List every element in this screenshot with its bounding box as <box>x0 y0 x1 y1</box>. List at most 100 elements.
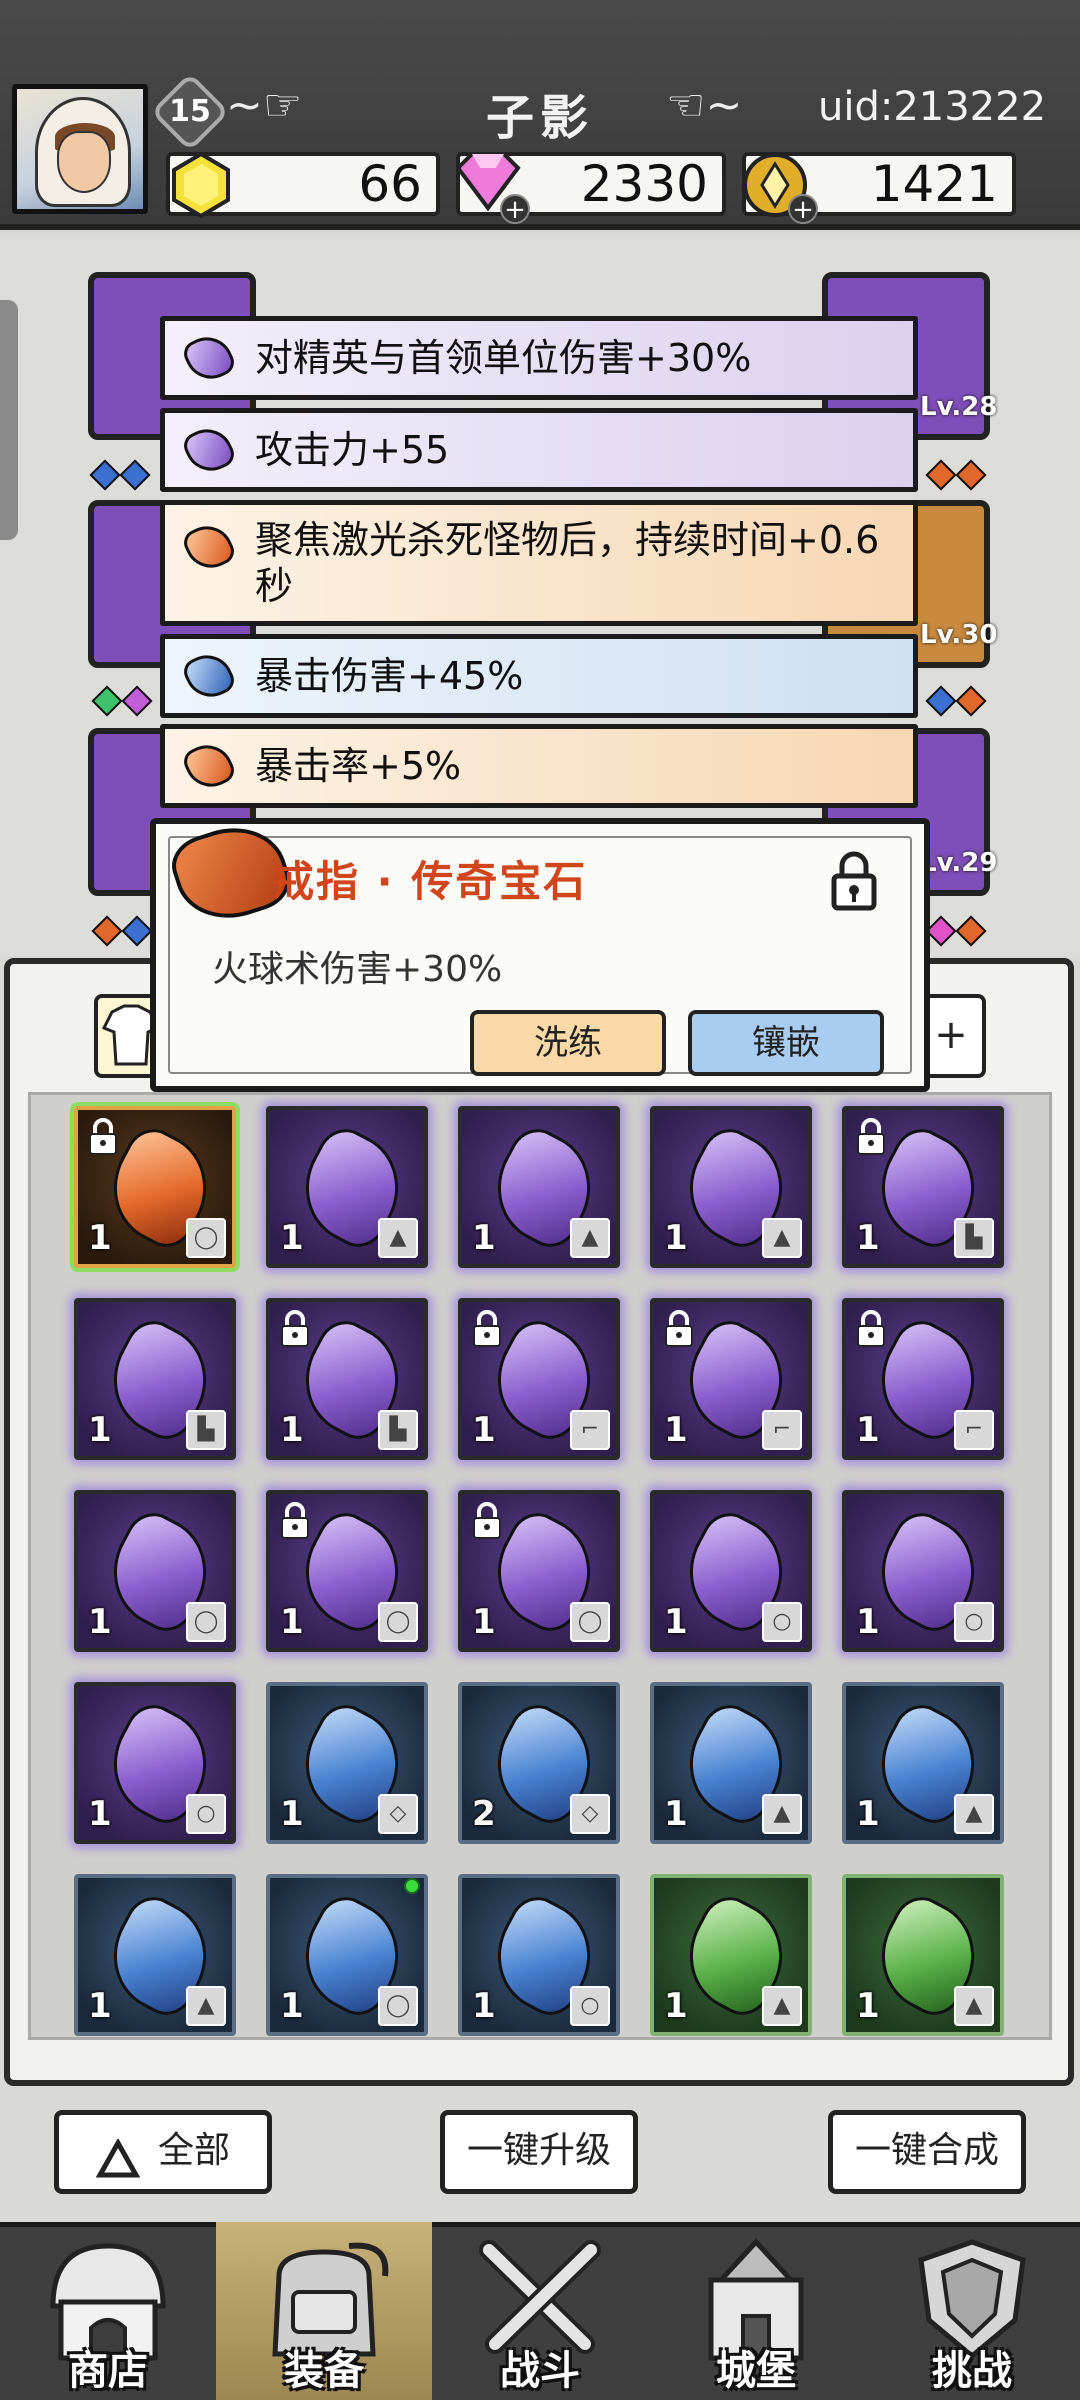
gem-cell[interactable]: 1 ⌐ <box>458 1298 620 1460</box>
gem-cell[interactable]: 1 ◇ <box>266 1682 428 1844</box>
nav-equipment-label: 装备 <box>284 2348 364 2394</box>
filter-all-label: 全部 <box>157 2130 230 2171</box>
nav-challenge[interactable]: 挑战 <box>864 2222 1080 2400</box>
gem-cell[interactable]: 1 ▙ <box>842 1106 1004 1268</box>
gem-cell[interactable]: 1 ▙ <box>74 1298 236 1460</box>
gem-count: 1 <box>88 1794 112 1834</box>
gem-cell[interactable]: 1 ○ <box>458 1874 620 2036</box>
gem-cell[interactable]: 1 ◯ <box>266 1874 428 2036</box>
purple-gem-icon <box>179 328 239 388</box>
stat-text: 聚焦激光杀死怪物后，持续时间+0.6秒 <box>255 518 880 608</box>
lock-icon <box>89 1118 117 1155</box>
stat-text: 暴击率+5% <box>255 744 462 788</box>
equip-level-necklace: Lv.29 <box>920 848 998 878</box>
upgrade-all-button[interactable]: 一键升级 <box>440 2110 638 2194</box>
ornament-right-icon: ☜~ <box>666 80 743 131</box>
stat-row: 暴击率+5% <box>160 724 918 808</box>
gem-count: 1 <box>280 1602 304 1642</box>
ring-slot-icon: ◯ <box>186 1218 226 1258</box>
gem-detail-popup: 戒指 · 传奇宝石 火球术伤害+30% 洗练 镶嵌 <box>150 813 930 1092</box>
filter-all-button[interactable]: 全部 <box>54 2110 272 2194</box>
gem-count: 1 <box>856 1986 880 2026</box>
gem-cell[interactable]: 1 ▲ <box>842 1682 1004 1844</box>
gem-count: 1 <box>856 1794 880 1834</box>
gem-count: 1 <box>664 1218 688 1258</box>
gem-cell[interactable]: 1 ▲ <box>74 1874 236 2036</box>
gem-cell[interactable]: 1 ◯ <box>74 1490 236 1652</box>
gem-count: 1 <box>280 1218 304 1258</box>
ring-slot-icon: ◯ <box>378 1602 418 1642</box>
gem-cell[interactable]: 1 ▙ <box>266 1298 428 1460</box>
gem-cell[interactable]: 1 ▲ <box>650 1106 812 1268</box>
gem-count: 1 <box>88 1986 112 2026</box>
boots-slot-icon: ▙ <box>186 1410 226 1450</box>
reroll-button[interactable]: 洗练 <box>470 1010 666 1076</box>
stat-row: 聚焦激光杀死怪物后，持续时间+0.6秒 <box>160 500 918 626</box>
lock-icon <box>473 1502 501 1539</box>
gem-count: 1 <box>664 1410 688 1450</box>
gem-cell[interactable]: 1 ◯ <box>266 1490 428 1652</box>
gem-cell[interactable]: 1 ▲ <box>650 1682 812 1844</box>
orange-gem-icon <box>179 517 239 577</box>
gem-count: 1 <box>664 1986 688 2026</box>
gem-detail-description: 火球术伤害+30% <box>212 949 503 990</box>
gem-cell[interactable]: 1 ○ <box>842 1490 1004 1652</box>
lock-icon <box>857 1310 885 1347</box>
player-uid: uid:213222 <box>818 84 1047 130</box>
stat-text: 攻击力+55 <box>255 428 450 472</box>
armor-slot-icon: ▲ <box>762 1794 802 1834</box>
gem-count: 1 <box>856 1602 880 1642</box>
gem-count: 1 <box>664 1602 688 1642</box>
gem-cell[interactable]: 1 ◯ <box>458 1490 620 1652</box>
gem-cell[interactable]: 1 ⌐ <box>650 1298 812 1460</box>
stat-row: 暴击伤害+45% <box>160 634 918 718</box>
gem-cell[interactable]: 2 ◇ <box>458 1682 620 1844</box>
armor-slot-icon: ▲ <box>954 1986 994 2026</box>
lock-icon <box>281 1310 309 1347</box>
stat-text: 暴击伤害+45% <box>255 654 524 698</box>
gem-count: 1 <box>856 1410 880 1450</box>
nav-equipment[interactable]: 装备 <box>216 2222 432 2400</box>
boots-slot-icon: ▙ <box>378 1410 418 1450</box>
gem-cell[interactable]: 1 ⌐ <box>842 1298 1004 1460</box>
orange-gem-icon <box>179 736 239 796</box>
gem-count: 1 <box>856 1218 880 1258</box>
equip-level-weapon: Lv.28 <box>920 392 998 422</box>
lock-icon <box>281 1502 309 1539</box>
nav-shop[interactable]: 商店 <box>0 2222 216 2400</box>
gem-cell[interactable]: 1 ▲ <box>266 1106 428 1268</box>
gem-cell[interactable]: 1 ◯ <box>74 1106 236 1268</box>
gem-cell[interactable]: 1 ▲ <box>650 1874 812 2036</box>
gem-cell[interactable]: 1 ▲ <box>458 1106 620 1268</box>
ring-slot-icon: ◯ <box>186 1602 226 1642</box>
new-indicator-icon <box>404 1878 420 1894</box>
gem-cell[interactable]: 1 ○ <box>74 1682 236 1844</box>
diamond-plus-icon[interactable]: + <box>500 194 530 224</box>
gem-count: 1 <box>472 1410 496 1450</box>
necklace-slot-icon: ○ <box>186 1794 226 1834</box>
side-drawer-handle[interactable] <box>0 300 18 540</box>
gem-count: 1 <box>472 1986 496 2026</box>
nav-castle[interactable]: 城堡 <box>648 2222 864 2400</box>
blue-gem-icon <box>179 646 239 706</box>
gem-cell[interactable]: 1 ○ <box>650 1490 812 1652</box>
gem-count: 1 <box>88 1218 112 1258</box>
lock-icon <box>473 1310 501 1347</box>
player-avatar[interactable] <box>12 84 148 214</box>
lock-icon <box>665 1310 693 1347</box>
coin-plus-icon[interactable]: + <box>788 194 818 224</box>
nav-battle[interactable]: 战斗 <box>432 2222 648 2400</box>
lock-icon[interactable] <box>828 848 880 912</box>
weapon-slot-icon: ⌐ <box>954 1410 994 1450</box>
gem-count: 1 <box>280 1794 304 1834</box>
gem-count: 1 <box>88 1602 112 1642</box>
gem-cell[interactable]: 1 ▲ <box>842 1874 1004 2036</box>
merge-all-button[interactable]: 一键合成 <box>828 2110 1026 2194</box>
purple-gem-icon <box>179 420 239 480</box>
gem-count: 1 <box>280 1410 304 1450</box>
necklace-slot-icon: ○ <box>762 1602 802 1642</box>
armor-slot-icon: ▲ <box>762 1218 802 1258</box>
gem-count: 2 <box>472 1794 496 1834</box>
inlay-button[interactable]: 镶嵌 <box>688 1010 884 1076</box>
weapon-slot-icon: ⌐ <box>570 1410 610 1450</box>
